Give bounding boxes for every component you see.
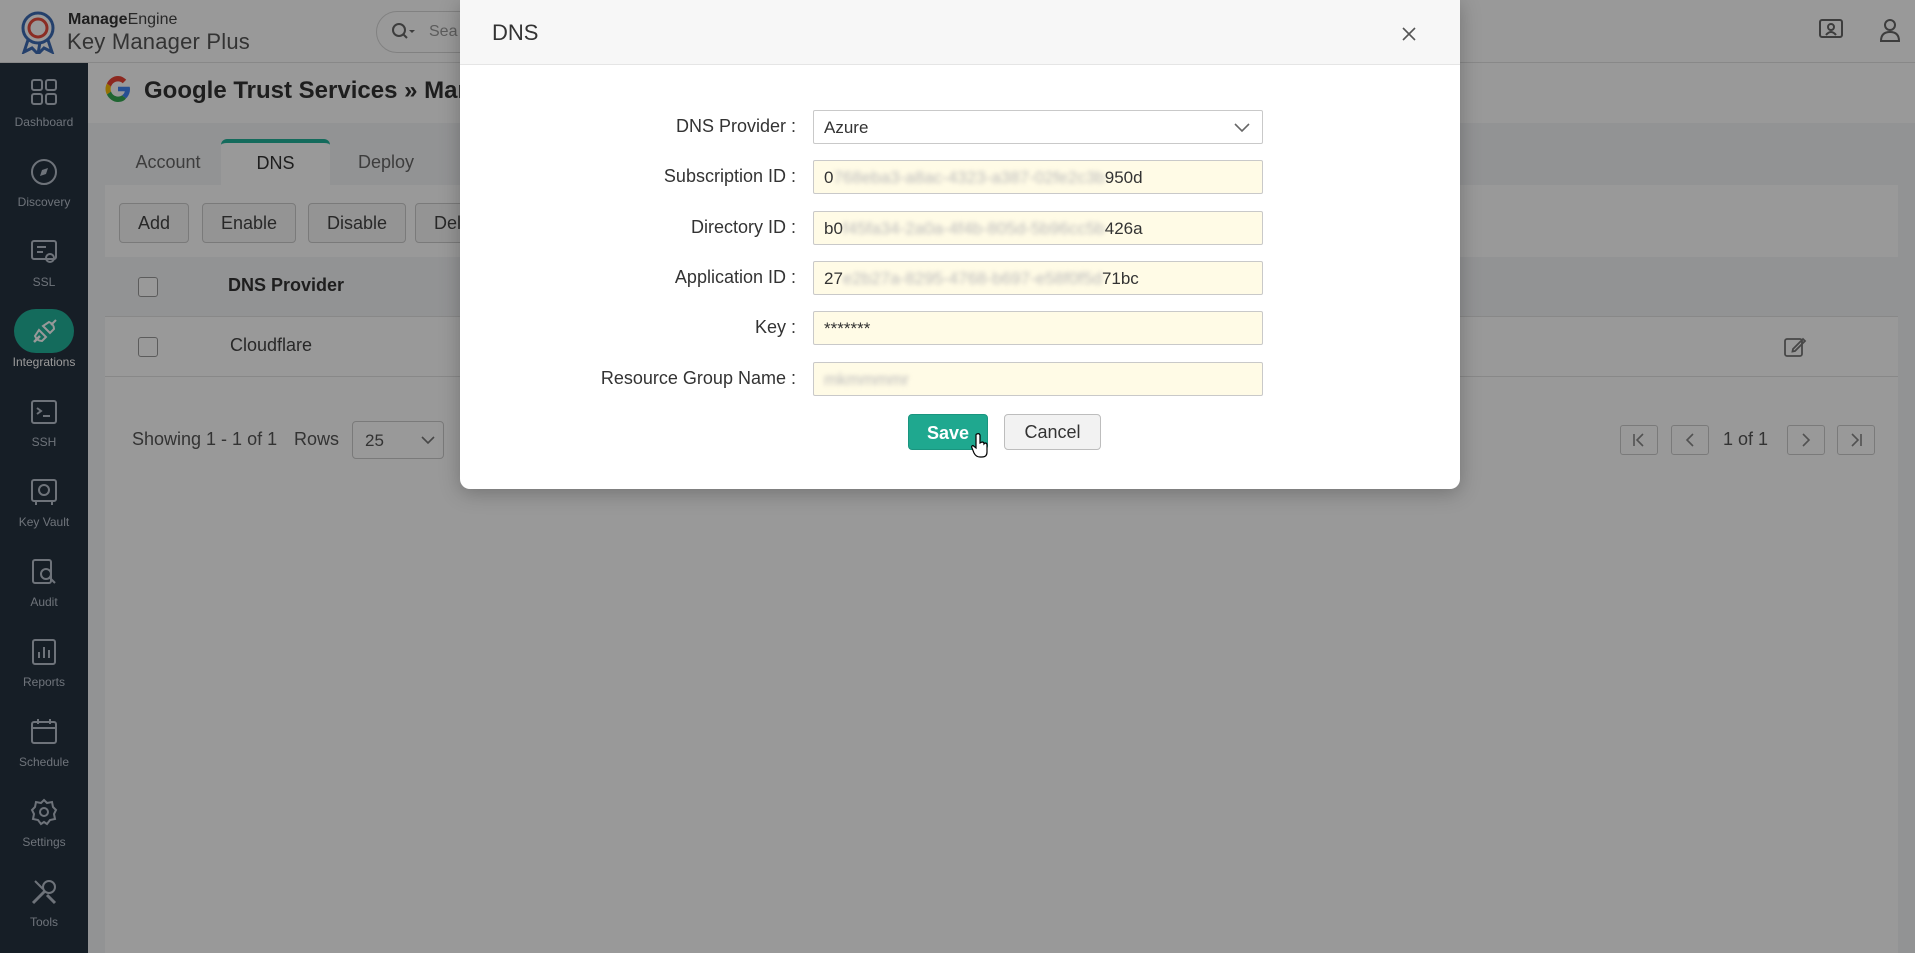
application-id-field[interactable]: 27e2b27a-8295-4768-b697-e58f0f5d71bc xyxy=(813,261,1263,295)
subscription-id-field[interactable]: 0768eba3-a8ac-4323-a387-02fe2c3b950d xyxy=(813,160,1263,194)
subscription-id-value: 0768eba3-a8ac-4323-a387-02fe2c3b950d xyxy=(824,168,1143,187)
resource-group-name-label: Resource Group Name : xyxy=(600,368,796,388)
directory-id-value: b0f45fa34-2a0a-4f4b-805d-5b96cc5b426a xyxy=(824,219,1143,238)
dns-dialog: DNS DNS Provider : Azure Subscription ID… xyxy=(460,0,1460,489)
resource-group-name-field[interactable]: mkmmmmr xyxy=(813,362,1263,396)
dialog-header: DNS xyxy=(460,0,1460,65)
close-icon[interactable] xyxy=(1400,25,1418,43)
subscription-id-label: Subscription ID : xyxy=(663,166,796,186)
dns-provider-select[interactable]: Azure xyxy=(813,110,1263,144)
dns-provider-label: DNS Provider : xyxy=(675,116,796,136)
key-value: ******* xyxy=(824,319,871,338)
dialog-title: DNS xyxy=(492,20,539,45)
cancel-button[interactable]: Cancel xyxy=(1004,414,1101,450)
directory-id-field[interactable]: b0f45fa34-2a0a-4f4b-805d-5b96cc5b426a xyxy=(813,211,1263,245)
chevron-down-icon xyxy=(1234,123,1250,133)
application-id-label: Application ID : xyxy=(674,267,796,287)
hand-cursor-icon xyxy=(971,433,988,458)
key-label: Key : xyxy=(754,317,796,337)
resource-group-name-value: mkmmmmr xyxy=(824,370,909,389)
dns-provider-value: Azure xyxy=(824,118,869,137)
application-id-value: 27e2b27a-8295-4768-b697-e58f0f5d71bc xyxy=(824,269,1139,288)
key-password-field[interactable]: ******* xyxy=(813,311,1263,345)
directory-id-label: Directory ID : xyxy=(690,217,796,237)
